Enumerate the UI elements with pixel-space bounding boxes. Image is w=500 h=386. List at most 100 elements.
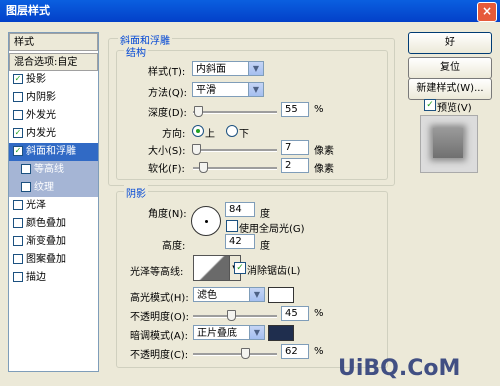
shadow-opacity-slider-track[interactable] bbox=[193, 353, 277, 356]
depth-unit: % bbox=[314, 104, 324, 115]
list-item-color-overlay[interactable]: 颜色叠加 bbox=[9, 215, 98, 233]
chevron-down-icon[interactable]: ▼ bbox=[249, 288, 264, 301]
list-item-satin[interactable]: 光泽 bbox=[9, 197, 98, 215]
highlight-opacity-label: 不透明度(O): bbox=[130, 312, 190, 323]
checkbox-icon[interactable]: ✓ bbox=[13, 128, 23, 138]
list-item-drop-shadow[interactable]: ✓ 投影 bbox=[9, 71, 98, 89]
list-item-label: 渐变叠加 bbox=[26, 236, 66, 247]
depth-slider-thumb[interactable] bbox=[193, 106, 203, 117]
size-slider-track[interactable] bbox=[193, 149, 277, 152]
angle-unit: 度 bbox=[260, 209, 270, 220]
title-bar: 图层样式 × bbox=[0, 0, 500, 22]
altitude-input[interactable]: 42 bbox=[225, 234, 255, 249]
close-button[interactable]: × bbox=[477, 2, 497, 22]
soften-slider-thumb[interactable] bbox=[199, 162, 209, 173]
styles-header[interactable]: 样式 bbox=[9, 33, 98, 51]
shading-title: 阴影 bbox=[124, 185, 148, 200]
checkbox-icon[interactable] bbox=[13, 110, 23, 120]
list-item-label: 纹理 bbox=[34, 182, 54, 193]
highlight-opacity-input[interactable]: 45 bbox=[281, 306, 309, 321]
checkbox-icon[interactable] bbox=[13, 218, 23, 228]
new-style-button[interactable]: 新建样式(W)... bbox=[408, 78, 492, 100]
shadow-mode-select[interactable]: 正片叠底 ▼ bbox=[193, 325, 265, 340]
size-unit: 像素 bbox=[314, 146, 334, 157]
depth-label: 深度(D): bbox=[148, 108, 187, 119]
highlight-opacity-slider-thumb[interactable] bbox=[226, 310, 236, 321]
checkbox-icon[interactable] bbox=[13, 272, 23, 282]
layer-style-dialog: 图层样式 × 样式 混合选项:自定 ✓ 投影 内阴影 外发光 ✓ 内发光 ✓ 斜面和浮… bbox=[0, 0, 500, 386]
blending-options-label: 混合选项:自定 bbox=[14, 57, 78, 68]
size-slider-thumb[interactable] bbox=[191, 144, 201, 155]
technique-select-value: 平滑 bbox=[196, 85, 216, 96]
gloss-contour-preview[interactable] bbox=[193, 255, 231, 281]
soften-unit: 像素 bbox=[314, 164, 334, 175]
ok-button[interactable]: 好 bbox=[408, 32, 492, 54]
watermark-text: UiBQ.CoM bbox=[338, 356, 461, 381]
checkbox-icon[interactable] bbox=[13, 236, 23, 246]
style-select[interactable]: 内斜面 ▼ bbox=[192, 61, 264, 76]
list-item-label: 斜面和浮雕 bbox=[26, 146, 76, 157]
shadow-mode-value: 正片叠底 bbox=[197, 328, 237, 339]
highlight-opacity-unit: % bbox=[314, 308, 324, 319]
highlight-mode-select[interactable]: 滤色 ▼ bbox=[193, 287, 265, 302]
antialias-label: 消除锯齿(L) bbox=[247, 266, 301, 277]
preview-label: 预览(V) bbox=[437, 103, 472, 114]
chevron-down-icon[interactable]: ▼ bbox=[249, 326, 264, 339]
preview-square bbox=[433, 128, 463, 158]
list-item-label: 颜色叠加 bbox=[26, 218, 66, 229]
structure-title: 结构 bbox=[124, 44, 148, 59]
list-item-outer-glow[interactable]: 外发光 bbox=[9, 107, 98, 125]
angle-label: 角度(N): bbox=[148, 209, 187, 220]
styles-list: 样式 混合选项:自定 ✓ 投影 内阴影 外发光 ✓ 内发光 ✓ 斜面和浮雕 等高线 纹… bbox=[8, 32, 99, 372]
list-item-pattern-overlay[interactable]: 图案叠加 bbox=[9, 251, 98, 269]
list-item-stroke[interactable]: 描边 bbox=[9, 269, 98, 287]
global-light-checkbox[interactable] bbox=[226, 220, 238, 232]
checkbox-icon[interactable] bbox=[21, 164, 31, 174]
checkbox-icon[interactable]: ✓ bbox=[13, 74, 23, 84]
angle-input[interactable]: 84 bbox=[225, 202, 255, 217]
direction-up-radio[interactable] bbox=[192, 125, 204, 137]
list-item-inner-glow[interactable]: ✓ 内发光 bbox=[9, 125, 98, 143]
checkbox-icon[interactable] bbox=[13, 92, 23, 102]
shadow-opacity-input[interactable]: 62 bbox=[281, 344, 309, 359]
checkbox-icon[interactable] bbox=[13, 254, 23, 264]
reset-button[interactable]: 复位 bbox=[408, 57, 492, 79]
style-preview-swatch bbox=[420, 115, 478, 173]
gloss-contour-label: 光泽等高线: bbox=[130, 267, 184, 278]
highlight-mode-value: 滤色 bbox=[197, 290, 217, 301]
list-item-label: 等高线 bbox=[34, 164, 64, 175]
shadow-mode-label: 暗调模式(A): bbox=[130, 331, 189, 342]
depth-input[interactable]: 55 bbox=[281, 102, 309, 117]
list-item-inner-shadow[interactable]: 内阴影 bbox=[9, 89, 98, 107]
soften-input[interactable]: 2 bbox=[281, 158, 309, 173]
size-input[interactable]: 7 bbox=[281, 140, 309, 155]
list-item-label: 内发光 bbox=[26, 128, 56, 139]
depth-slider-track[interactable] bbox=[193, 111, 277, 114]
list-item-contour[interactable]: 等高线 bbox=[9, 161, 98, 179]
highlight-color-swatch[interactable] bbox=[268, 287, 294, 303]
list-item-label: 光泽 bbox=[26, 200, 46, 211]
direction-down-label: 下 bbox=[239, 129, 249, 140]
technique-select[interactable]: 平滑 ▼ bbox=[192, 82, 264, 97]
shadow-opacity-unit: % bbox=[314, 346, 324, 357]
direction-down-radio[interactable] bbox=[226, 125, 238, 137]
list-item-gradient-overlay[interactable]: 渐变叠加 bbox=[9, 233, 98, 251]
angle-dial[interactable] bbox=[191, 206, 221, 236]
chevron-down-icon[interactable]: ▼ bbox=[248, 62, 263, 75]
list-item-label: 描边 bbox=[26, 272, 46, 283]
style-select-value: 内斜面 bbox=[196, 64, 226, 75]
preview-checkbox[interactable]: ✓ bbox=[424, 99, 436, 111]
shadow-color-swatch[interactable] bbox=[268, 325, 294, 341]
direction-up-label: 上 bbox=[205, 129, 215, 140]
technique-label: 方法(Q): bbox=[148, 88, 188, 99]
antialias-checkbox[interactable]: ✓ bbox=[234, 262, 246, 274]
list-item-texture[interactable]: 纹理 bbox=[9, 179, 98, 197]
shadow-opacity-slider-thumb[interactable] bbox=[241, 348, 251, 359]
checkbox-icon[interactable] bbox=[13, 200, 23, 210]
list-item-bevel-emboss[interactable]: ✓ 斜面和浮雕 bbox=[9, 143, 98, 161]
blending-options-item[interactable]: 混合选项:自定 bbox=[9, 53, 98, 71]
chevron-down-icon[interactable]: ▼ bbox=[248, 83, 263, 96]
list-item-label: 图案叠加 bbox=[26, 254, 66, 265]
checkbox-icon[interactable]: ✓ bbox=[13, 146, 23, 156]
checkbox-icon[interactable] bbox=[21, 182, 31, 192]
